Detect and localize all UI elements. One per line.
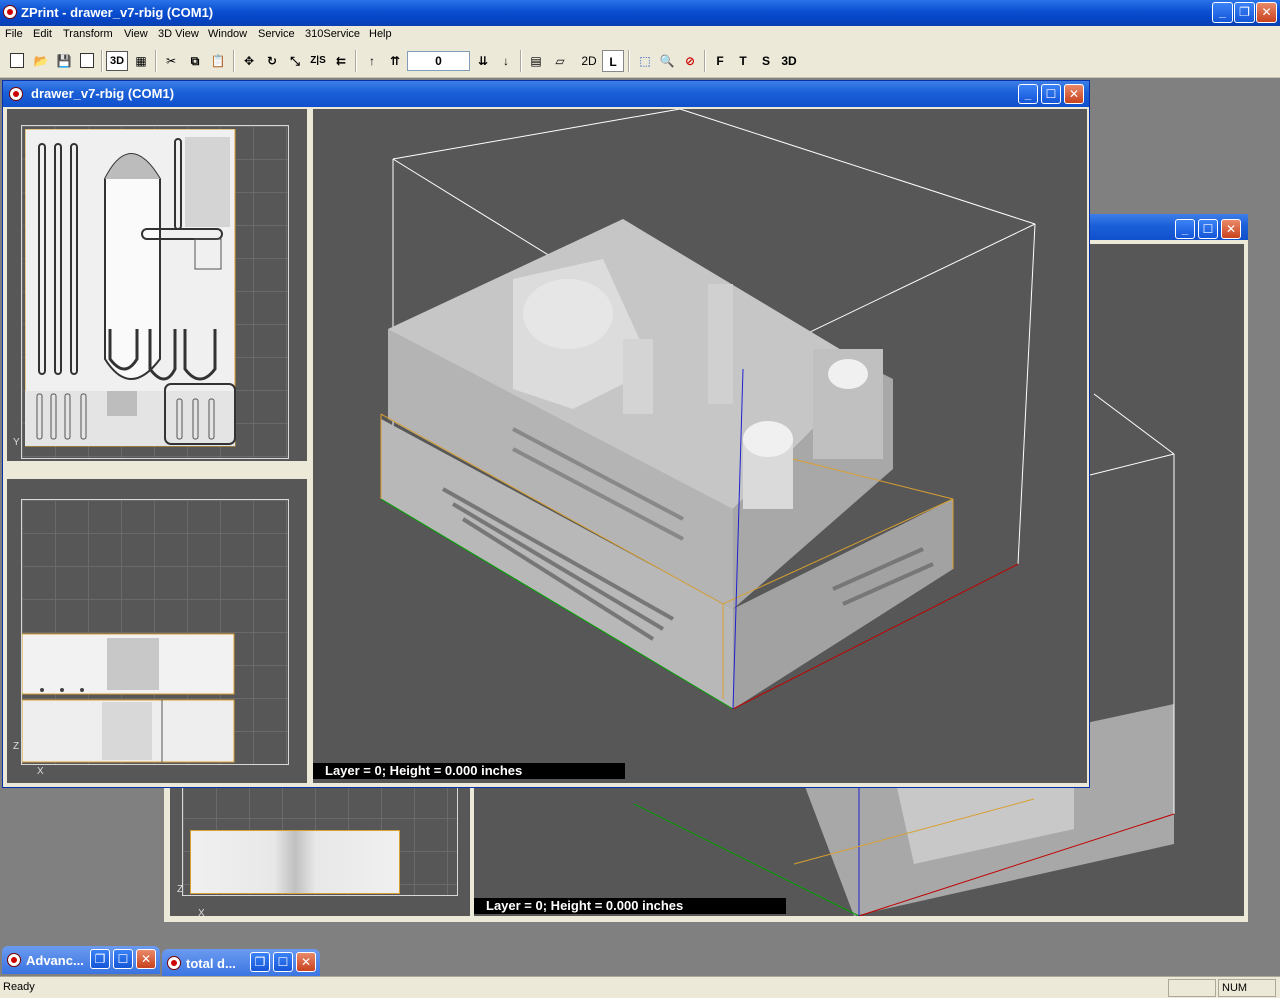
side-view-button[interactable]: S [755, 50, 777, 72]
bounding-box-icon[interactable]: ▱ [549, 50, 571, 72]
minimized-window-advanced[interactable]: Advanc... ❐ ☐ ✕ [2, 946, 160, 974]
front-window-title: drawer_v7-rbig (COM1) [31, 86, 175, 101]
restore-button[interactable]: ❐ [1234, 2, 1255, 23]
total-close-button[interactable]: ✕ [296, 952, 316, 972]
copy-icon[interactable]: ⧉ [184, 50, 206, 72]
front-view-pane[interactable]: Z X [7, 479, 307, 783]
minimize-button[interactable]: _ [1212, 2, 1233, 23]
align-icon[interactable]: ⇇ [330, 50, 352, 72]
status-bar: Ready NUM [0, 976, 1280, 998]
view-2d-button[interactable]: 2D [578, 50, 600, 72]
minimized-window-total-title: total d... [186, 956, 236, 971]
menu-help[interactable]: Help [369, 28, 392, 40]
layer-bottom-icon[interactable]: ⇊ [472, 50, 494, 72]
zoom-off-icon[interactable]: ⊘ [679, 50, 701, 72]
top-view-pane[interactable]: Y X [7, 109, 307, 461]
scale-icon[interactable]: ⤡ [284, 50, 306, 72]
top-axis-y-label: Y [13, 437, 20, 448]
back-axis-z-label: Z [177, 884, 184, 895]
status-num-indicator: NUM [1218, 979, 1276, 997]
top-view-button[interactable]: T [732, 50, 754, 72]
print-setup-icon[interactable] [76, 50, 98, 72]
iso-view-button[interactable]: 3D [778, 50, 800, 72]
cube-view-icon[interactable]: ⬚ [634, 50, 656, 72]
front-view-grid [21, 499, 289, 765]
front-mdi-window[interactable]: drawer_v7-rbig (COM1) _ ☐ ✕ Y Z X Layer … [2, 80, 1090, 788]
front-maximize-button[interactable]: ☐ [1041, 84, 1061, 104]
open-folder-icon[interactable]: 📂 [30, 50, 52, 72]
main-layer-status: Layer = 0; Height = 0.000 inches [313, 763, 625, 779]
rotate-icon[interactable]: ↻ [261, 50, 283, 72]
layer-number-input[interactable] [407, 51, 470, 71]
zoom-icon[interactable]: 🔍 [656, 50, 678, 72]
back-close-button[interactable]: ✕ [1221, 219, 1241, 239]
menu-3dview[interactable]: 3D View [158, 28, 199, 40]
back-front-view-grid [182, 784, 458, 896]
layer-down-icon[interactable]: ↓ [495, 50, 517, 72]
advanced-close-button[interactable]: ✕ [136, 949, 156, 969]
close-button[interactable]: ✕ [1256, 2, 1277, 23]
total-restore-button[interactable]: ❐ [250, 952, 270, 972]
view-3d-button[interactable]: 3D [106, 51, 128, 71]
top-axis-x-label: X [37, 460, 44, 461]
slice-view-icon[interactable]: ▤ [525, 50, 547, 72]
advanced-window-icon [7, 953, 21, 967]
front-view-button[interactable]: F [709, 50, 731, 72]
menu-window[interactable]: Window [208, 28, 247, 40]
main-3d-viewport[interactable]: Layer = 0; Height = 0.000 inches [313, 109, 1087, 783]
properties-icon[interactable]: ▦ [130, 50, 152, 72]
minimized-window-advanced-title: Advanc... [26, 953, 84, 968]
menu-bar: File Edit Transform View 3D View Window … [0, 26, 1280, 45]
cut-icon[interactable]: ✂ [160, 50, 182, 72]
menu-file[interactable]: File [5, 28, 23, 40]
new-file-icon[interactable] [6, 50, 28, 72]
app-titlebar: ZPrint - drawer_v7-rbig (COM1) _ ❐ ✕ [0, 0, 1280, 26]
move-icon[interactable]: ✥ [238, 50, 260, 72]
front-window-titlebar[interactable]: drawer_v7-rbig (COM1) _ ☐ ✕ [3, 81, 1089, 107]
status-ready-text: Ready [3, 981, 35, 993]
total-window-icon [167, 956, 181, 970]
menu-transform[interactable]: Transform [63, 28, 113, 40]
front-axis-x-label: X [37, 766, 44, 777]
front-close-button[interactable]: ✕ [1064, 84, 1084, 104]
front-view-part [22, 633, 235, 763]
layer-top-icon[interactable]: ⇈ [384, 50, 406, 72]
minimized-window-total[interactable]: total d... ❐ ☐ ✕ [162, 949, 320, 977]
back-front-view-part [190, 830, 400, 894]
advanced-maximize-button[interactable]: ☐ [113, 949, 133, 969]
total-maximize-button[interactable]: ☐ [273, 952, 293, 972]
top-view-grid [21, 125, 289, 459]
status-pane-empty [1168, 979, 1216, 997]
back-minimize-button[interactable]: _ [1175, 219, 1195, 239]
app-title: ZPrint - drawer_v7-rbig (COM1) [21, 5, 214, 20]
mirror-icon[interactable]: Z|S [307, 50, 329, 72]
layer-up-icon[interactable]: ↑ [361, 50, 383, 72]
front-minimize-button[interactable]: _ [1018, 84, 1038, 104]
menu-edit[interactable]: Edit [33, 28, 52, 40]
menu-view[interactable]: View [124, 28, 148, 40]
main-3d-scene [380, 109, 1036, 710]
menu-service[interactable]: Service [258, 28, 295, 40]
view-layers-button[interactable]: L [602, 50, 624, 72]
save-icon[interactable]: 💾 [53, 50, 75, 72]
advanced-restore-button[interactable]: ❐ [90, 949, 110, 969]
document-icon [9, 87, 23, 101]
toolbar: 📂 💾 3D ▦ ✂ ⧉ 📋 ✥ ↻ ⤡ Z|S ⇇ ↑ ⇈ ⇊ ↓ ▤ ▱ 2… [0, 45, 1280, 78]
front-axis-z-label: Z [13, 741, 20, 752]
top-view-part [25, 129, 236, 447]
menu-310service[interactable]: 310Service [305, 28, 360, 40]
zprint-logo-icon [3, 5, 17, 19]
paste-icon[interactable]: 📋 [207, 50, 229, 72]
back-maximize-button[interactable]: ☐ [1198, 219, 1218, 239]
back-axis-x-label: X [198, 908, 205, 916]
back-layer-status: Layer = 0; Height = 0.000 inches [474, 898, 786, 914]
